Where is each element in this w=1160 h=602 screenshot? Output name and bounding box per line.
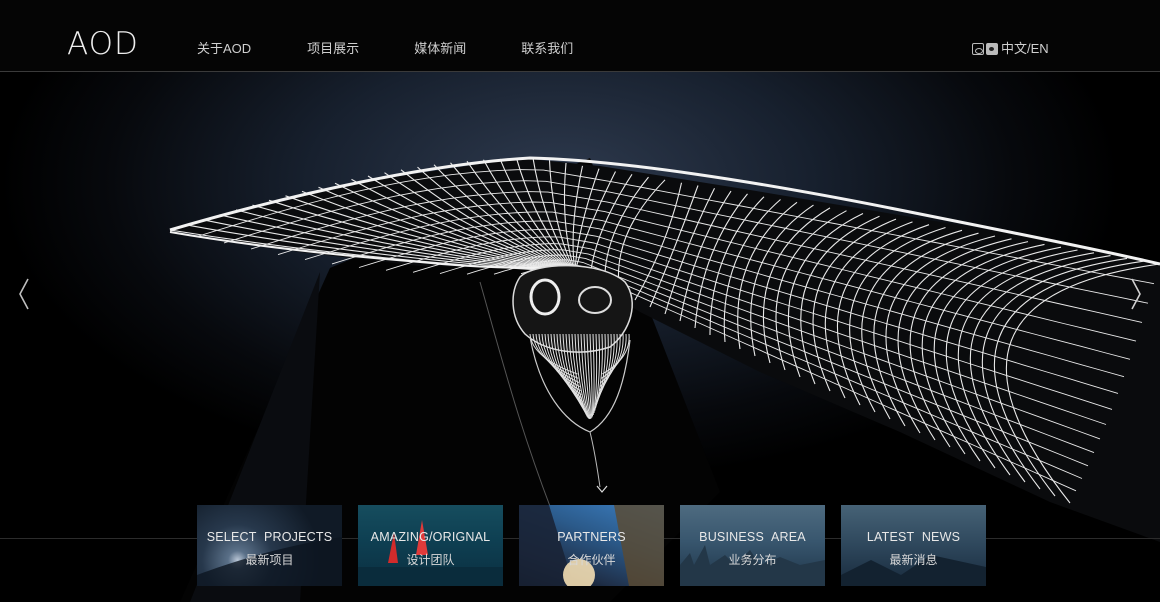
logo[interactable]: AOD (67, 27, 139, 61)
tile-title: BUSINESS AREA (699, 530, 806, 544)
tile-image (680, 545, 825, 586)
main-nav: 关于AOD 项目展示 媒体新闻 联系我们 (197, 40, 628, 58)
tile-subtitle: 设计团队 (406, 553, 455, 567)
language-switch: 中文/EN (972, 40, 1049, 58)
tile-image (197, 537, 342, 586)
tile-subtitle: 最新项目 (245, 553, 294, 567)
feature-tiles: SELECT PROJECTS 最新项目 AMAZING/ORIGNAL 设计团… (197, 505, 986, 586)
chevron-right-icon (1131, 278, 1141, 310)
next-slide-button[interactable] (1128, 277, 1144, 311)
site-header: AOD 关于AOD 项目展示 媒体新闻 联系我们 中文/EN (0, 0, 1160, 72)
tile-image (358, 520, 503, 586)
tile-partners[interactable]: PARTNERS 合作伙伴 (519, 505, 664, 586)
nav-item-projects[interactable]: 项目展示 (307, 40, 359, 58)
tile-image (519, 505, 664, 586)
tile-amazing-original[interactable]: AMAZING/ORIGNAL 设计团队 (358, 505, 503, 586)
weibo-icon[interactable] (972, 43, 984, 55)
tile-title: LATEST NEWS (866, 530, 961, 544)
wechat-icon[interactable] (986, 43, 998, 55)
language-toggle[interactable]: 中文/EN (1001, 40, 1049, 58)
nav-item-media[interactable]: 媒体新闻 (414, 40, 466, 58)
tile-image (841, 555, 986, 586)
tile-select-projects[interactable]: SELECT PROJECTS 最新项目 (197, 505, 342, 586)
nav-item-about[interactable]: 关于AOD (197, 40, 251, 58)
tile-title: AMAZING/ORIGNAL (370, 530, 491, 544)
tile-business-area[interactable]: BUSINESS AREA 业务分布 (680, 505, 825, 586)
tile-latest-news[interactable]: LATEST NEWS 最新消息 (841, 505, 986, 586)
chevron-left-icon (19, 278, 29, 310)
tile-subtitle: 最新消息 (889, 553, 938, 567)
nav-item-contact[interactable]: 联系我们 (521, 40, 573, 58)
tile-title: PARTNERS (557, 530, 626, 544)
tile-subtitle: 合作伙伴 (567, 553, 616, 567)
prev-slide-button[interactable] (16, 277, 32, 311)
tile-title: SELECT PROJECTS (206, 530, 333, 544)
tile-subtitle: 业务分布 (728, 553, 777, 567)
